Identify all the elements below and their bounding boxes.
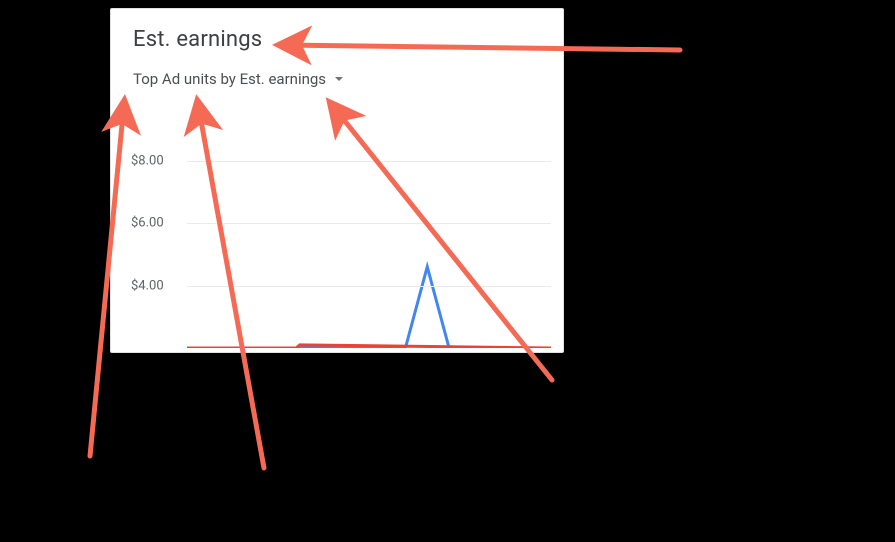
gridline bbox=[187, 286, 551, 287]
chart-area: $4.00 $6.00 $8.00 bbox=[111, 98, 563, 348]
chevron-down-icon bbox=[332, 72, 346, 86]
y-axis-label: $6.00 bbox=[131, 216, 181, 231]
chart-series-line bbox=[187, 267, 551, 348]
gridline bbox=[187, 223, 551, 224]
dimension-dropdown[interactable]: Top Ad units by Est. earnings bbox=[111, 66, 563, 98]
y-axis-label: $8.00 bbox=[131, 153, 181, 168]
dropdown-label: Top Ad units by Est. earnings bbox=[133, 70, 326, 88]
y-axis-label: $4.00 bbox=[131, 278, 181, 293]
card-title: Est. earnings bbox=[111, 23, 563, 66]
earnings-card: Est. earnings Top Ad units by Est. earni… bbox=[110, 8, 564, 353]
gridline bbox=[187, 161, 551, 162]
